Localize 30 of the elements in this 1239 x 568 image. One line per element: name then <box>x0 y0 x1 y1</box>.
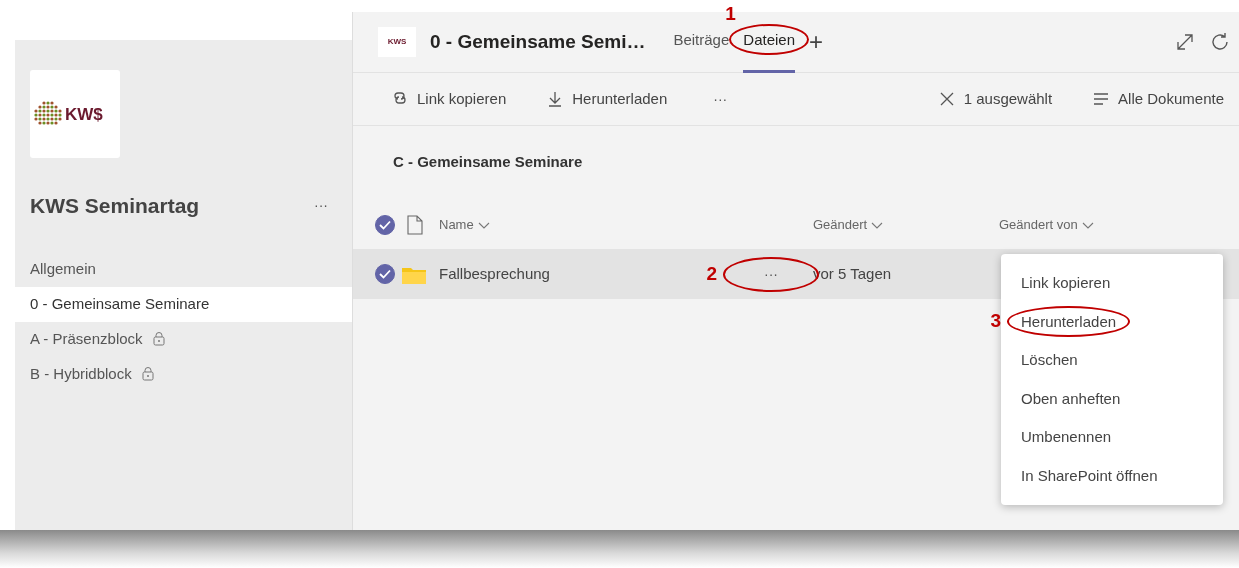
menu-item[interactable]: Umbenennen <box>1001 418 1223 457</box>
team-name: KWS Seminartag <box>30 193 200 219</box>
toolbar-button[interactable]: Alle Dokumente <box>1092 87 1224 111</box>
channel-item[interactable]: 0 - Gemeinsame Seminare <box>15 286 352 322</box>
toolbar-button[interactable]: Herunterladen <box>546 87 668 111</box>
logo-text: KW$ <box>65 105 103 123</box>
toolbar-button[interactable]: 1 ausgewählt <box>937 87 1053 111</box>
more-options-button[interactable]: ··· <box>707 88 734 110</box>
file-name: Fallbesprechung <box>439 263 550 284</box>
column-header[interactable]: Geändert von <box>999 215 1094 235</box>
more-options-button[interactable]: ··· <box>308 195 334 217</box>
channel-title: 0 - Gemeinsame Semi… <box>430 29 646 54</box>
menu-item[interactable]: Herunterladen <box>1001 302 1223 341</box>
channel-item[interactable]: Allgemein <box>15 251 352 287</box>
tab[interactable]: Dateien <box>743 11 795 73</box>
breadcrumb: C - Gemeinsame Seminare <box>392 152 584 172</box>
toolbar-button[interactable]: Link kopieren <box>391 87 507 111</box>
more-options-button[interactable]: ··· <box>729 263 813 285</box>
column-header[interactable]: Name <box>439 215 490 235</box>
channel-item[interactable]: A - Präsenzblock <box>15 321 352 357</box>
menu-item[interactable]: Löschen <box>1001 341 1223 380</box>
annotation-number: 2 <box>706 261 717 286</box>
column-header[interactable]: Geändert <box>813 215 884 235</box>
add-tab-button[interactable]: + <box>809 24 824 60</box>
menu-item[interactable]: Oben anheften <box>1001 379 1223 418</box>
annotation-number: 1 <box>725 1 736 26</box>
channel-item[interactable]: B - Hybridblock <box>15 356 352 392</box>
annotation-number: 3 <box>990 308 1001 333</box>
menu-item[interactable]: In SharePoint öffnen <box>1001 456 1223 495</box>
team-logo: KWS <box>378 27 416 57</box>
